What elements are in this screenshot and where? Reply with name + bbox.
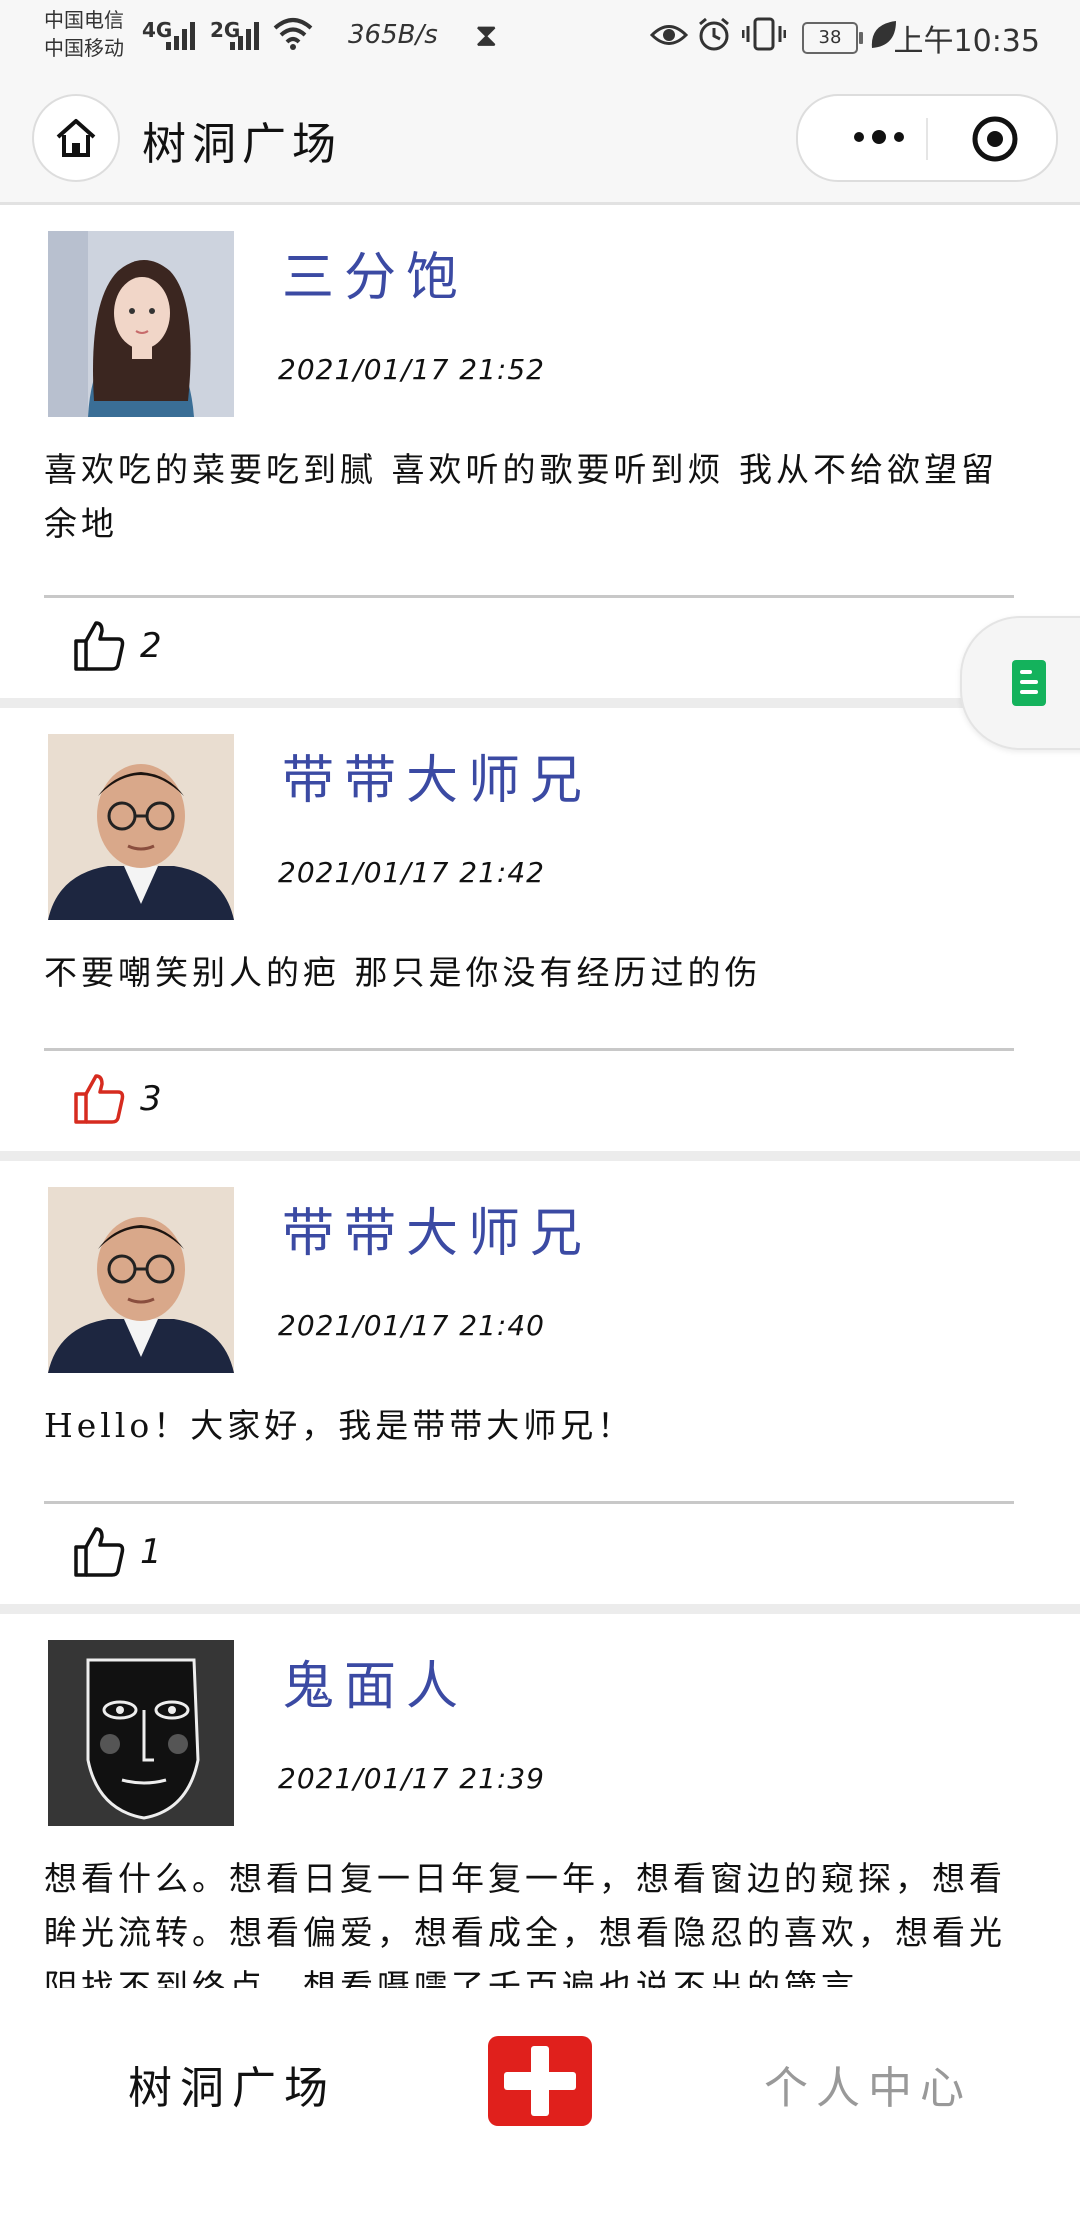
hourglass-icon: ⧗ xyxy=(475,16,498,54)
avatar[interactable] xyxy=(48,1187,234,1373)
like-button[interactable]: 2 xyxy=(72,619,162,673)
post-content: 喜欢吃的菜要吃到腻 喜欢听的歌要听到烦 我从不给欲望留余地 xyxy=(44,450,998,543)
tab-profile[interactable]: 个人中心 xyxy=(764,2052,972,2116)
post-content: Hello！大家好，我是带带大师兄！ xyxy=(44,1406,635,1445)
post-content: 不要嘲笑别人的疤 那只是你没有经历过的伤 xyxy=(44,953,762,992)
more-dot-icon xyxy=(854,132,864,142)
post-content: 想看什么。想看日复一日年复一年，想看窗边的窥探，想看眸光流转。想看偏爱，想看成全… xyxy=(44,1859,1006,1988)
post-time: 2021/01/17 21:42 xyxy=(278,856,545,889)
thumbs-up-icon xyxy=(74,621,125,671)
tab-bar: 树洞广场 个人中心 xyxy=(0,2000,1080,2160)
post-feed: 三分饱 2021/01/17 21:52 喜欢吃的菜要吃到腻 喜欢听的歌要听到烦… xyxy=(0,205,1080,2214)
username[interactable]: 三分饱 xyxy=(282,235,468,310)
add-post-button[interactable] xyxy=(488,2036,592,2126)
username[interactable]: 带带大师兄 xyxy=(282,738,592,813)
like-button[interactable]: 1 xyxy=(72,1525,162,1579)
post-time: 2021/01/17 21:40 xyxy=(278,1309,545,1342)
floating-document-button[interactable] xyxy=(960,616,1080,750)
net-speed: 365B/s xyxy=(348,20,438,50)
like-count: 2 xyxy=(140,626,162,666)
divider xyxy=(44,1501,1014,1504)
status-bar: 中国电信 中国移动 4G 2G 365B/s ⧗ 38 上午10:35 xyxy=(0,0,1080,78)
username[interactable]: 带带大师兄 xyxy=(282,1191,592,1266)
more-dot-icon xyxy=(872,130,886,144)
home-icon xyxy=(56,119,96,157)
username[interactable]: 鬼面人 xyxy=(282,1644,468,1719)
thumbs-up-icon xyxy=(74,1074,125,1124)
divider xyxy=(44,1048,1014,1051)
title-bar: 树洞广场 xyxy=(0,78,1080,205)
like-count: 3 xyxy=(140,1079,162,1119)
thumbs-up-icon xyxy=(74,1527,125,1577)
avatar[interactable] xyxy=(48,734,234,920)
signal-icon-1 xyxy=(166,22,195,50)
document-icon xyxy=(1012,660,1046,706)
post-card: 三分饱 2021/01/17 21:52 喜欢吃的菜要吃到腻 喜欢听的歌要听到烦… xyxy=(0,205,1080,708)
signal-icon-2 xyxy=(230,22,259,50)
wifi-icon xyxy=(273,18,313,50)
divider xyxy=(44,595,1014,598)
like-count: 1 xyxy=(140,1532,162,1572)
post-card: 带带大师兄 2021/01/17 21:42 不要嘲笑别人的疤 那只是你没有经历… xyxy=(0,708,1080,1161)
alarm-icon xyxy=(699,17,729,51)
post-card: 带带大师兄 2021/01/17 21:40 Hello！大家好，我是带带大师兄… xyxy=(0,1161,1080,1614)
avatar[interactable] xyxy=(48,231,234,417)
vibrate-icon xyxy=(742,17,786,51)
miniprogram-capsule xyxy=(796,94,1058,182)
home-button[interactable] xyxy=(32,94,120,182)
post-time: 2021/01/17 21:39 xyxy=(278,1762,545,1795)
avatar[interactable] xyxy=(48,1640,234,1826)
carrier-info: 中国电信 中国移动 xyxy=(44,6,124,62)
battery-icon: 38 xyxy=(802,22,863,54)
more-button[interactable] xyxy=(834,112,924,162)
post-time: 2021/01/17 21:52 xyxy=(278,353,545,386)
capsule-divider xyxy=(926,118,928,160)
carrier-2: 中国移动 xyxy=(44,36,124,60)
carrier-1: 中国电信 xyxy=(44,8,124,32)
plus-icon xyxy=(531,2046,549,2116)
more-dot-icon xyxy=(894,132,904,142)
tab-square[interactable]: 树洞广场 xyxy=(128,2052,336,2116)
like-button[interactable]: 3 xyxy=(72,1072,162,1126)
page-title: 树洞广场 xyxy=(142,119,342,170)
clock: 上午10:35 xyxy=(893,24,1040,59)
close-miniprogram-button[interactable] xyxy=(970,114,1020,164)
eye-icon xyxy=(650,25,688,45)
